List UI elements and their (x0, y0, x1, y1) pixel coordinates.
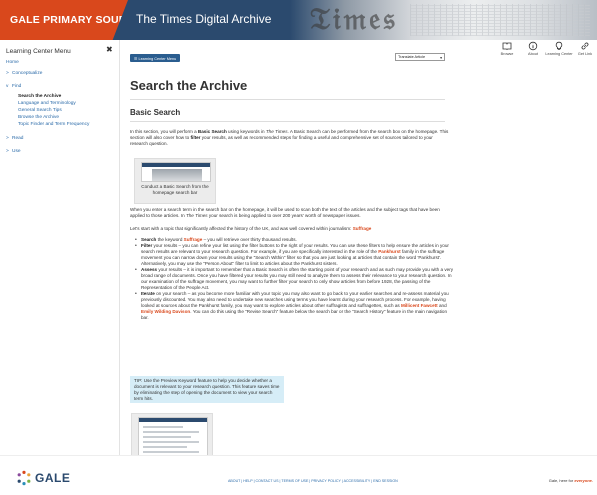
sidebar-subitem-general-search-tips[interactable]: General Search Tips (18, 108, 62, 113)
product-title[interactable]: The Times Digital Archive (136, 12, 271, 26)
page: GALE PRIMARY SOURCES The Times Digital A… (0, 0, 597, 495)
thumbnail-row (143, 451, 199, 453)
thumbnail-row (143, 441, 199, 443)
paragraph-2: When you enter a search term in the sear… (130, 207, 450, 219)
tagline-text: Gale, here for (548, 478, 575, 483)
keyword-highlight: Millicent Fawcett (400, 303, 438, 308)
tagline-emphasis: everyone. (574, 478, 593, 483)
translate-article-select[interactable]: Translate Article ▾ (395, 53, 445, 61)
newspaper-banner-image: 𝔗𝔦𝔪𝔢𝔰 (290, 0, 597, 40)
translate-label: Translate Article (398, 55, 426, 59)
intro-paragraph: In this section, you will perform a Basi… (130, 129, 450, 147)
sidebar-item-label: Find (12, 84, 22, 89)
homepage-screenshot-thumbnail (141, 162, 211, 182)
sidebar-item-label: Conceptualize (12, 71, 43, 76)
sidebar-subitem-topic-finder[interactable]: Topic Finder and Term Frequency (18, 122, 89, 127)
thumbnail-header-bar (142, 163, 210, 167)
footer-logo-text: GALE (35, 471, 71, 485)
main-content: ☰ Learning Center Menu Translate Article… (121, 40, 597, 495)
text-run: your search is being applied to over 200… (207, 213, 361, 218)
gale-footer-logo[interactable]: GALE (16, 470, 70, 486)
sidebar-item-find[interactable]: v Find (6, 84, 21, 89)
list-item-filter: Filter your results – you can refine you… (135, 243, 455, 267)
paragraph-3: Let's start with a topic that significan… (130, 226, 450, 232)
sidebar-subitem-search-the-archive[interactable]: Search the Archive (18, 94, 61, 99)
thumbnail-header-bar (139, 418, 207, 422)
text-italic: The Times (185, 213, 208, 218)
text-italic: The Times (265, 129, 288, 134)
divider (130, 121, 445, 122)
sidebar-item-label: Read (12, 136, 24, 141)
gale-primary-sources-brand[interactable]: GALE PRIMARY SOURCES (0, 0, 128, 40)
text-run: your results – it is important to rememb… (141, 267, 454, 290)
page-title: Search the Archive (130, 78, 248, 93)
sidebar-item-read[interactable]: > Read (6, 136, 23, 141)
list-item-assess: Assess your results – it is important to… (135, 267, 455, 291)
top-header: GALE PRIMARY SOURCES The Times Digital A… (0, 0, 597, 40)
text-bold: Filter (141, 243, 153, 248)
learning-center-sidebar: Learning Center Menu ✖ Home > Conceptuali… (0, 40, 120, 455)
sidebar-item-use[interactable]: > Use (6, 149, 21, 154)
text-bold: filter (190, 135, 201, 140)
keyword-highlight: Emily Wilding Davison (141, 309, 191, 314)
text-bold: Search (141, 237, 157, 242)
figure-caption: Conduct a Basic Search from the homepage… (141, 184, 209, 195)
gale-logo-icon (17, 470, 31, 486)
text-run: and (437, 303, 447, 308)
thumbnail-row (143, 436, 191, 438)
thumbnail-row (143, 431, 199, 433)
text-run: Let's start with a topic that significan… (130, 226, 353, 231)
newsprint-columns-graphic (410, 4, 590, 36)
text-bold: Assess (141, 267, 158, 272)
masthead-graphic: 𝔗𝔦𝔪𝔢𝔰 (310, 2, 398, 37)
sidebar-subitem-browse-the-archive[interactable]: Browse the Archive (18, 115, 59, 120)
list-item-iterate: Iterate on your search – as you become m… (135, 291, 455, 321)
tip-callout: TIP: Use the Preview Keyword feature to … (130, 376, 284, 403)
thumbnail-row (143, 426, 183, 428)
sidebar-item-conceptualize[interactable]: > Conceptualize (6, 71, 42, 76)
brand-name: GALE PRIMARY SOURCES (10, 14, 149, 26)
sidebar-item-home[interactable]: Home (6, 60, 19, 65)
sidebar-item-label: Use (12, 149, 21, 154)
keyword-highlight: Suffrage (352, 226, 372, 231)
divider (130, 99, 445, 100)
text-run: the keyword (156, 237, 184, 242)
figure-basic-search[interactable]: Conduct a Basic Search from the homepage… (134, 158, 216, 204)
close-icon[interactable]: ✖ (106, 45, 113, 54)
footer-links[interactable]: ABOUT | HELP | CONTACT US | TERMS OF USE… (228, 479, 398, 483)
chevron-down-icon: ▾ (440, 55, 442, 60)
text-run: – you will retrieve over thirty thousand… (202, 237, 297, 242)
keyword-highlight: Pankhurst (378, 249, 401, 254)
thumbnail-row (143, 446, 187, 448)
text-run: In this section, you will perform a (130, 129, 198, 134)
footer-tagline: Gale, here for everyone. (549, 478, 593, 483)
footer: GALE ABOUT | HELP | CONTACT US | TERMS O… (0, 455, 597, 495)
text-bold: Iterate (141, 291, 155, 296)
steps-list: Search the keyword Suffrage – you will r… (135, 237, 455, 321)
text-run: using keywords in (226, 129, 266, 134)
sidebar-subitem-language-and-terminology[interactable]: Language and Terminology (18, 101, 76, 106)
section-heading: Basic Search (130, 108, 181, 117)
keyword-highlight: Suffrage (183, 237, 203, 242)
text-bold: Basic Search (197, 129, 227, 134)
learning-center-menu-button[interactable]: ☰ Learning Center Menu (130, 54, 181, 62)
sidebar-title: Learning Center Menu (6, 48, 71, 55)
thumbnail-newspaper-image (152, 169, 202, 181)
